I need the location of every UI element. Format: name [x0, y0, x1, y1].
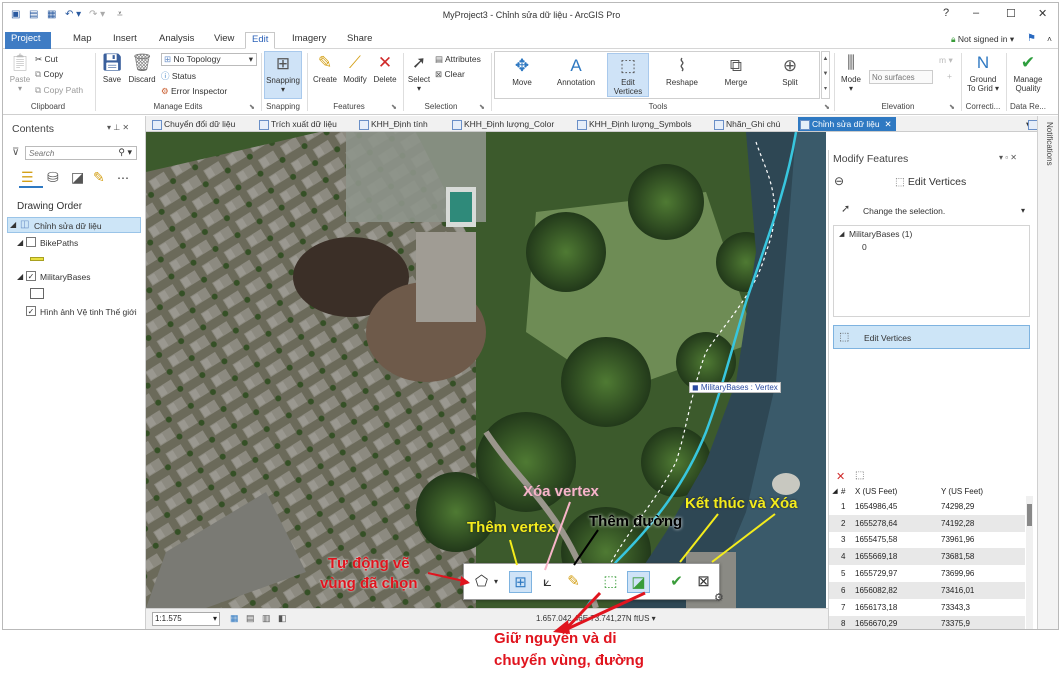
- annotation-auto-complete: Tự động vẽ vùng đã chọn: [320, 555, 418, 592]
- annotation-add-vertex: Thêm vertex: [467, 519, 556, 536]
- annotation-add-line: Thêm đường: [589, 513, 683, 530]
- annotation-finish-clear: Kết thúc và Xóa: [685, 495, 798, 512]
- annotation-maintain-move: Giữ nguyên và di chuyển vùng, đường: [494, 630, 644, 669]
- annotation-delete-vertex: Xóa vertex: [523, 483, 599, 500]
- annotation-arrows: [427, 501, 776, 634]
